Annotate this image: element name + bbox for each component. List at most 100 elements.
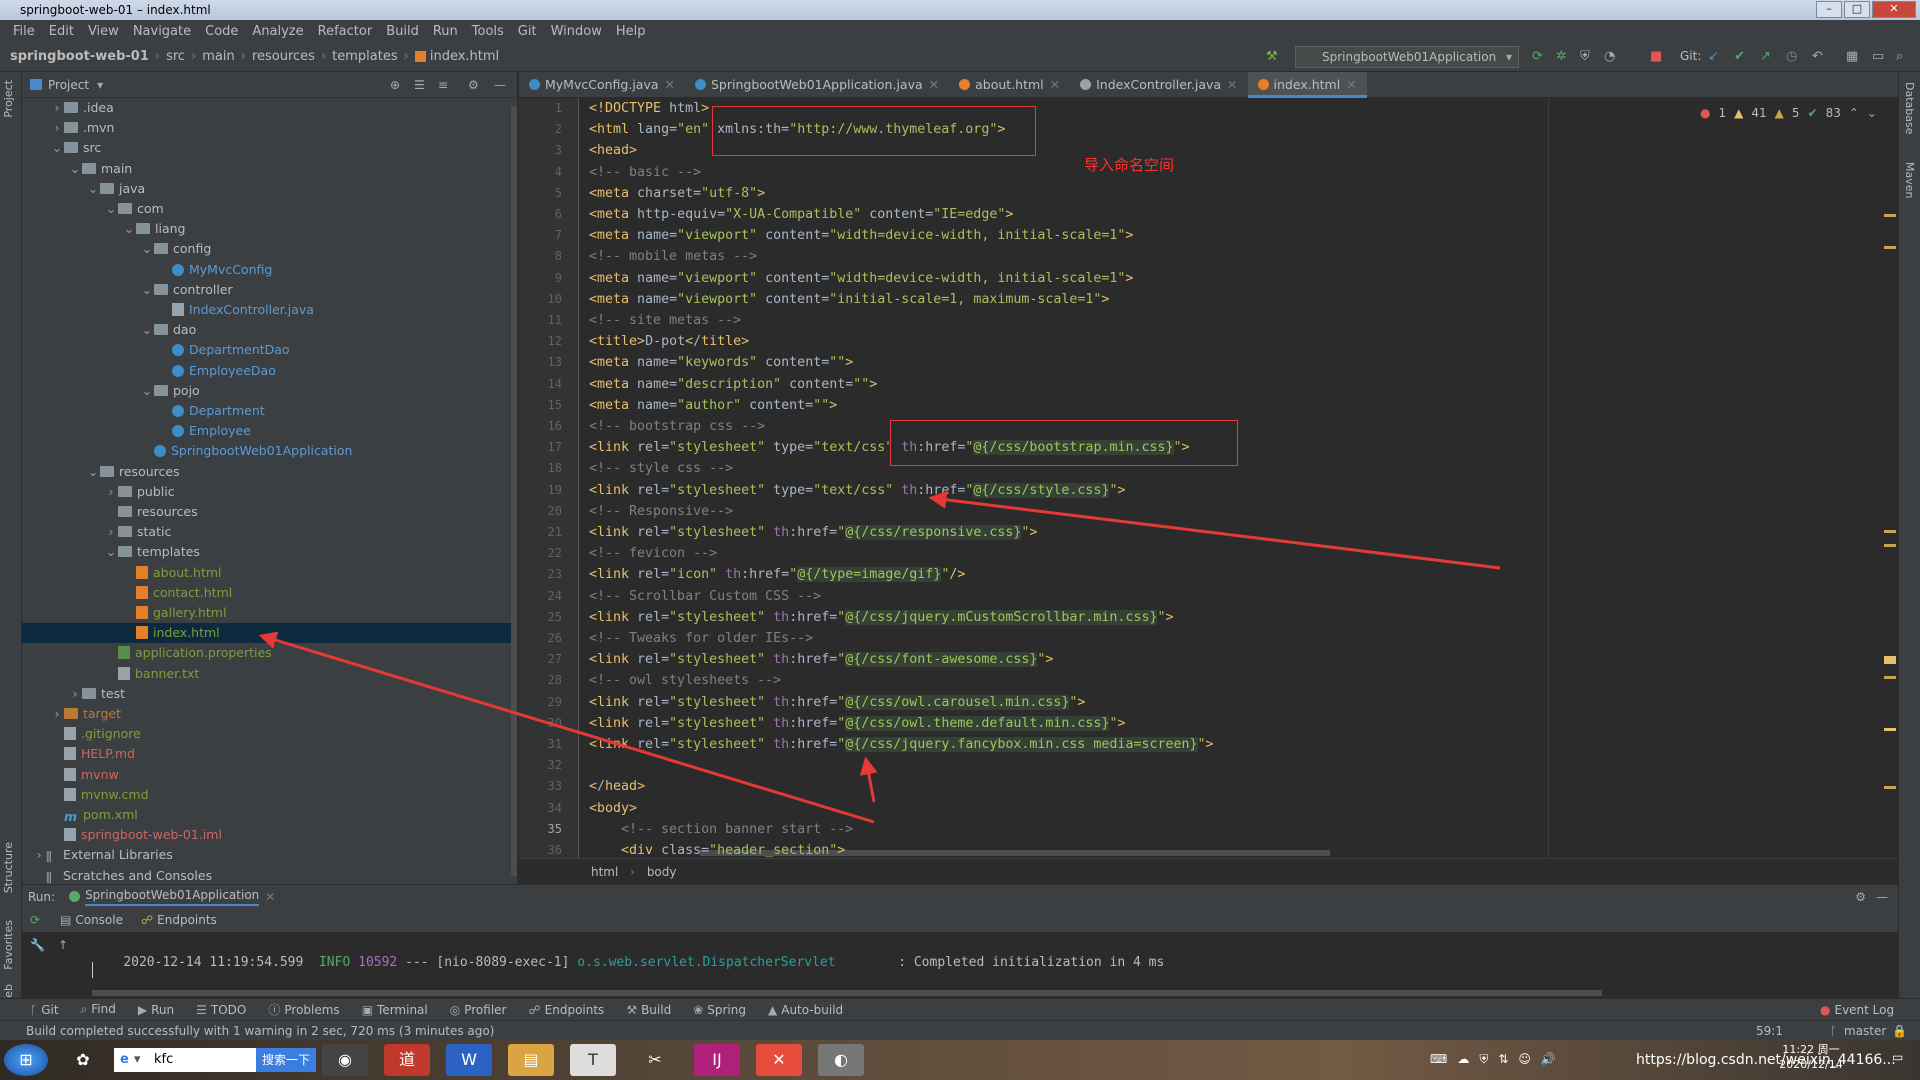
line-number[interactable]: 25 (522, 607, 562, 628)
keyboard-icon[interactable]: ⌨ (1430, 1052, 1447, 1067)
code-line[interactable]: <link rel="stylesheet" th:href="@{/css/r… (589, 522, 1037, 543)
console-tab[interactable]: Console (75, 913, 123, 927)
line-number[interactable]: 20 (522, 501, 562, 522)
chrome-icon[interactable]: ◉ (322, 1044, 368, 1076)
tree-item[interactable]: banner.txt (22, 664, 516, 684)
line-number[interactable]: 19 (522, 480, 562, 501)
line-number[interactable]: 31 (522, 734, 562, 755)
crumb-body[interactable]: body (647, 865, 677, 879)
console-hscrollbar[interactable] (92, 990, 1602, 996)
taskbar-clock[interactable]: 11:22 周一 2020/12/14 (1776, 1042, 1846, 1072)
tree-item[interactable]: ⌄ com (22, 199, 516, 219)
project-scrollbar[interactable] (511, 106, 517, 876)
snipping-tool-icon[interactable]: ✂ (632, 1044, 678, 1076)
line-number[interactable]: 3 (522, 140, 562, 161)
tree-item[interactable]: .gitignore (22, 724, 516, 744)
editor-tab[interactable]: index.html ✕ (1247, 72, 1367, 98)
typora-icon[interactable]: T (570, 1044, 616, 1076)
wrench-icon[interactable]: 🔧 (30, 938, 45, 952)
layout-icon[interactable]: ▭ (1872, 49, 1884, 64)
code-line[interactable]: <link rel="stylesheet" th:href="@{/css/o… (589, 692, 1085, 713)
line-number[interactable]: 29 (522, 692, 562, 713)
tree-item[interactable]: ⌄ templates (22, 542, 516, 562)
wps-word-icon[interactable]: W (446, 1044, 492, 1076)
youdao-icon[interactable]: 道 (384, 1044, 430, 1076)
project-strip-label[interactable]: Project (2, 80, 15, 118)
tree-item[interactable]: › test (22, 684, 516, 704)
pinwheel-app-icon[interactable]: ✿ (60, 1044, 106, 1076)
breadcrumb-item[interactable]: resources (252, 49, 315, 64)
endpoints-tab[interactable]: Endpoints (157, 913, 217, 927)
editor-tab[interactable]: IndexController.java ✕ (1070, 72, 1247, 98)
menu-file[interactable]: File (6, 24, 42, 39)
line-number[interactable]: 30 (522, 713, 562, 734)
intellij-icon[interactable]: IJ (694, 1044, 740, 1076)
rollback-icon[interactable]: ↶ (1812, 49, 1823, 64)
qq-icon[interactable]: ☺ (1518, 1052, 1531, 1067)
tool-window-git[interactable]: ᚴ Git (30, 1003, 59, 1017)
code-line[interactable]: <!-- owl stylesheets --> (589, 670, 781, 691)
crumb-html[interactable]: html (591, 865, 618, 879)
warning-marker[interactable] (1884, 246, 1896, 249)
tool-window-auto-build[interactable]: ▲ Auto-build (768, 1003, 843, 1017)
close-icon[interactable]: ✕ (1227, 77, 1237, 92)
chevron-down-icon[interactable]: ⌄ (104, 542, 118, 562)
tree-item[interactable]: › ⫼ External Libraries (22, 845, 516, 865)
scroll-up-icon[interactable]: ↑ (58, 938, 68, 952)
close-icon[interactable]: ✕ (929, 77, 939, 92)
tree-item[interactable]: EmployeeDao (22, 361, 516, 381)
tree-item[interactable]: › .mvn (22, 118, 516, 138)
code-line[interactable]: <!-- site metas --> (589, 310, 741, 331)
line-number[interactable]: 24 (522, 586, 562, 607)
chevron-down-icon[interactable]: ⌄ (50, 138, 64, 158)
line-number[interactable]: 17 (522, 437, 562, 458)
tree-item[interactable]: › public (22, 482, 516, 502)
close-icon[interactable]: ✕ (1346, 77, 1356, 92)
menu-tools[interactable]: Tools (465, 24, 511, 39)
tree-item[interactable]: ⌄ src (22, 138, 516, 158)
tree-item[interactable]: ⌄ java (22, 179, 516, 199)
tree-item[interactable]: Department (22, 401, 516, 421)
line-number[interactable]: 27 (522, 649, 562, 670)
chevron-down-icon[interactable]: ⌄ (104, 199, 118, 219)
cloud-icon[interactable]: ☁ (1457, 1052, 1469, 1067)
line-number[interactable]: 18 (522, 458, 562, 479)
tree-item[interactable]: Employee (22, 421, 516, 441)
debug-icon[interactable]: ✲ (1556, 49, 1567, 64)
tree-item[interactable]: contact.html (22, 583, 516, 603)
build-hammer-icon[interactable]: ⚒ (1266, 49, 1278, 64)
line-number[interactable]: 14 (522, 374, 562, 395)
locate-icon[interactable]: ⊕ (390, 78, 400, 92)
code-line[interactable]: <meta name="viewport" content="width=dev… (589, 225, 1133, 246)
tool-window-profiler[interactable]: ◎ Profiler (450, 1003, 507, 1017)
git-update-icon[interactable]: ↙ (1708, 49, 1719, 64)
tool-window-problems[interactable]: ⓘ Problems (268, 1001, 339, 1018)
tree-item[interactable]: ⌄ pojo (22, 381, 516, 401)
taskbar-search-button[interactable]: 搜索一下 (256, 1048, 316, 1072)
breadcrumb-item[interactable]: templates (332, 49, 397, 64)
line-number[interactable]: 12 (522, 331, 562, 352)
tool-window-terminal[interactable]: ▣ Terminal (362, 1003, 428, 1017)
code-line[interactable]: <head> (589, 140, 637, 161)
menu-view[interactable]: View (81, 24, 126, 39)
network-icon[interactable]: ⇅ (1498, 1052, 1508, 1067)
git-push-icon[interactable]: ↗ (1760, 49, 1771, 64)
code-line[interactable]: <!-- style css --> (589, 458, 733, 479)
tree-item[interactable]: › static (22, 522, 516, 542)
code-line[interactable]: <!-- Responsive--> (589, 501, 733, 522)
minimize-button[interactable]: – (1816, 1, 1842, 18)
tree-item[interactable]: MyMvcConfig (22, 260, 516, 280)
chevron-down-icon[interactable]: ⌄ (122, 219, 136, 239)
close-icon[interactable]: ✕ (665, 77, 675, 92)
git-branch[interactable]: master (1844, 1021, 1886, 1041)
tree-item[interactable]: HELP.md (22, 744, 516, 764)
chevron-down-icon[interactable]: ⌄ (140, 320, 154, 340)
tree-item[interactable]: mvnw (22, 765, 516, 785)
chevron-down-icon[interactable]: ⌄ (140, 381, 154, 401)
line-number[interactable]: 8 (522, 246, 562, 267)
code-line[interactable]: <link rel="stylesheet" th:href="@{/css/j… (589, 607, 1174, 628)
code-line[interactable]: <link rel="stylesheet" th:href="@{/css/o… (589, 713, 1125, 734)
hide-panel-icon[interactable]: — (494, 78, 506, 92)
breadcrumb-item[interactable]: index.html (430, 49, 499, 64)
maven-strip-label[interactable]: Maven (1903, 162, 1916, 198)
